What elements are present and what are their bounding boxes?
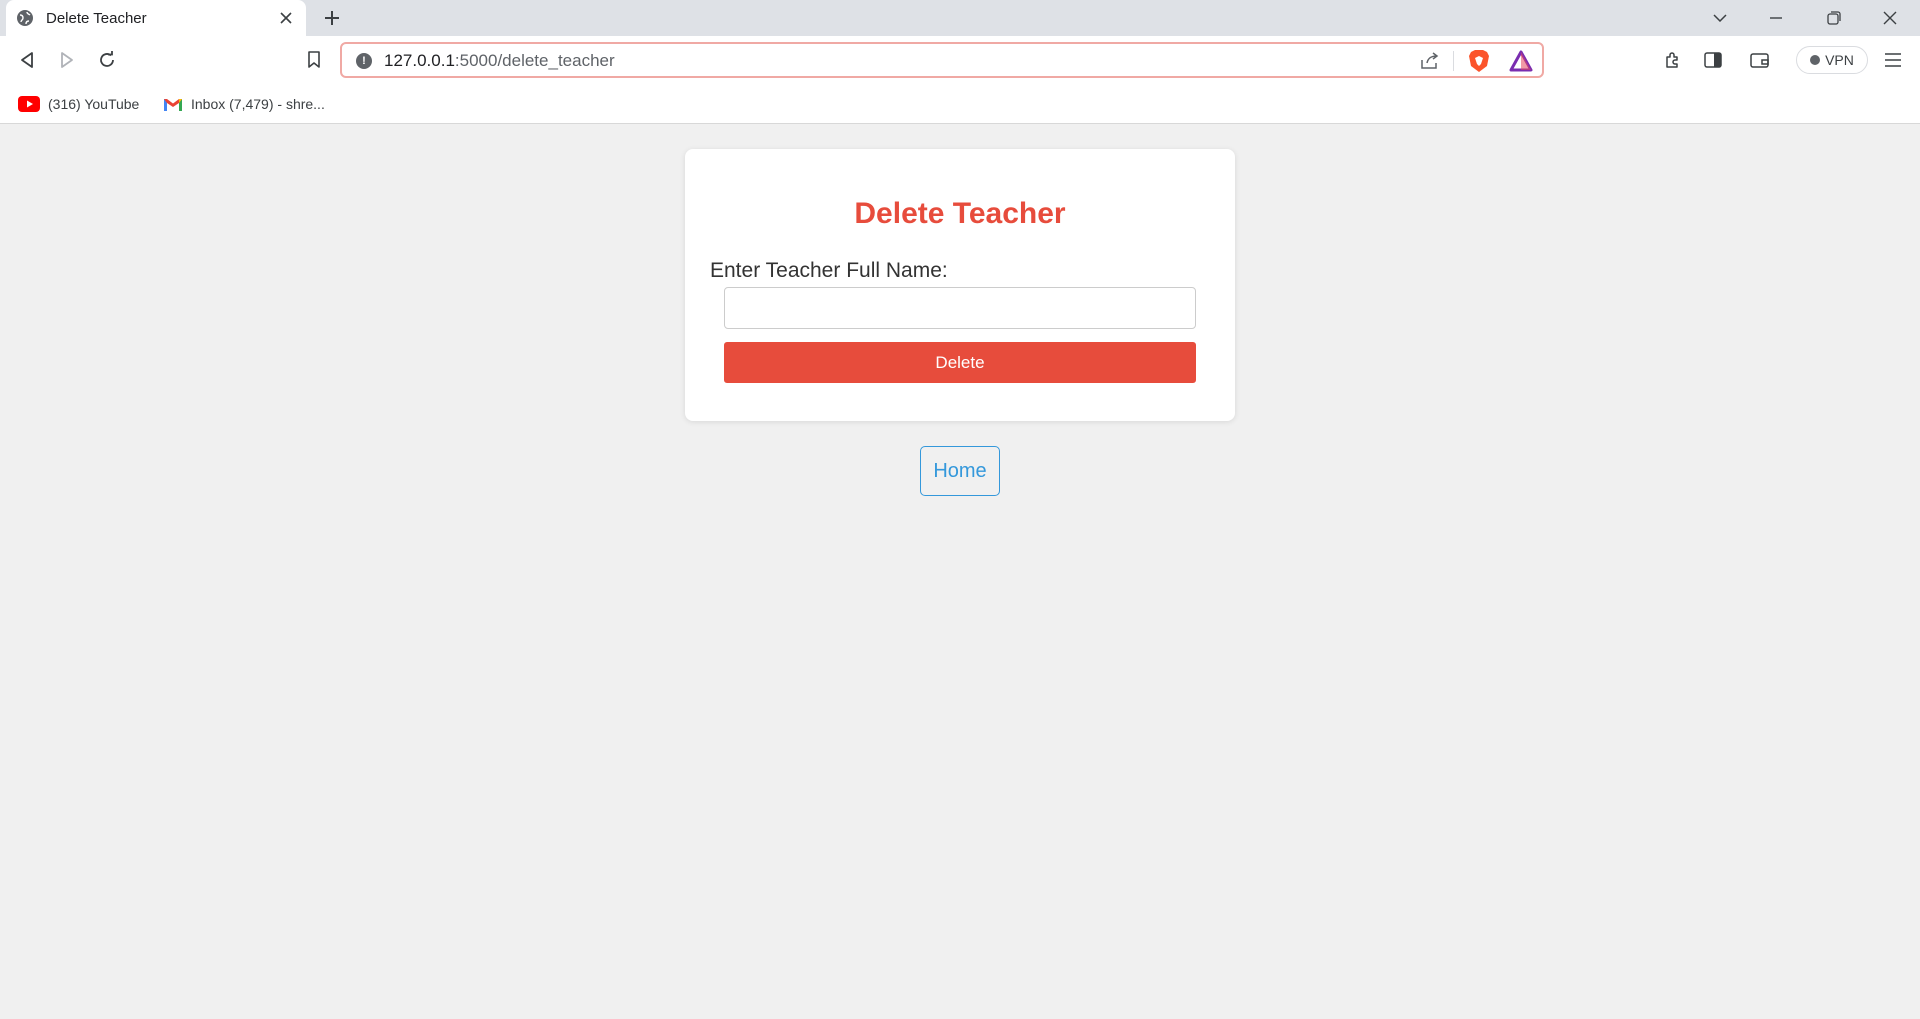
url-host: 127.0.0.1 <box>384 51 455 70</box>
vpn-button[interactable]: VPN <box>1796 46 1868 74</box>
share-icon[interactable] <box>1418 49 1442 73</box>
bookmark-gmail[interactable]: Inbox (7,479) - shre... <box>163 93 325 115</box>
restore-icon[interactable] <box>1806 0 1862 36</box>
delete-button[interactable]: Delete <box>724 342 1196 383</box>
gmail-icon <box>163 97 183 112</box>
brave-rewards-icon[interactable] <box>1508 48 1534 74</box>
forward-icon[interactable] <box>51 44 83 76</box>
page-content: Delete Teacher Enter Teacher Full Name: … <box>0 124 1920 1019</box>
site-info-icon[interactable]: ! <box>356 53 372 69</box>
page-title: Delete Teacher <box>854 197 1066 230</box>
close-window-icon[interactable] <box>1862 0 1918 36</box>
vpn-status-icon <box>1810 55 1821 65</box>
url-path: :5000/delete_teacher <box>454 51 615 70</box>
bookmarks-bar: (316) YouTube Inbox (7,479) - shre... <box>0 84 1920 124</box>
bookmark-youtube[interactable]: (316) YouTube <box>18 93 139 115</box>
brave-shields-icon[interactable] <box>1466 48 1492 74</box>
bookmark-gmail-label: Inbox (7,479) - shre... <box>191 96 325 112</box>
url-text: 127.0.0.1:5000/delete_teacher <box>384 51 615 71</box>
youtube-icon <box>18 96 40 112</box>
minimize-icon[interactable] <box>1748 0 1804 36</box>
home-button[interactable]: Home <box>920 446 1000 496</box>
globe-icon <box>16 9 34 27</box>
vpn-label: VPN <box>1825 52 1854 68</box>
bookmark-icon[interactable] <box>298 44 330 76</box>
browser-toolbar: ! 127.0.0.1:5000/delete_teacher VPN <box>0 36 1920 84</box>
address-bar[interactable]: ! 127.0.0.1:5000/delete_teacher <box>340 42 1544 78</box>
new-tab-button[interactable] <box>318 6 346 30</box>
wallet-icon[interactable] <box>1744 44 1776 76</box>
teacher-name-label: Enter Teacher Full Name: <box>710 259 948 282</box>
menu-icon[interactable] <box>1877 44 1909 76</box>
extensions-icon[interactable] <box>1657 44 1689 76</box>
delete-teacher-card: Delete Teacher Enter Teacher Full Name: … <box>685 149 1235 421</box>
tab-search-chevron-icon[interactable] <box>1692 0 1748 36</box>
tab-strip: Delete Teacher <box>0 0 1920 36</box>
sidebar-icon[interactable] <box>1697 44 1729 76</box>
tab-delete-teacher[interactable]: Delete Teacher <box>6 0 306 36</box>
back-icon[interactable] <box>11 44 43 76</box>
bookmark-youtube-label: (316) YouTube <box>48 96 140 112</box>
tab-title: Delete Teacher <box>46 9 147 27</box>
reload-icon[interactable] <box>91 44 123 76</box>
close-tab-icon[interactable] <box>276 8 296 28</box>
omnibox-divider <box>1453 51 1454 71</box>
teacher-name-input[interactable] <box>724 287 1196 329</box>
